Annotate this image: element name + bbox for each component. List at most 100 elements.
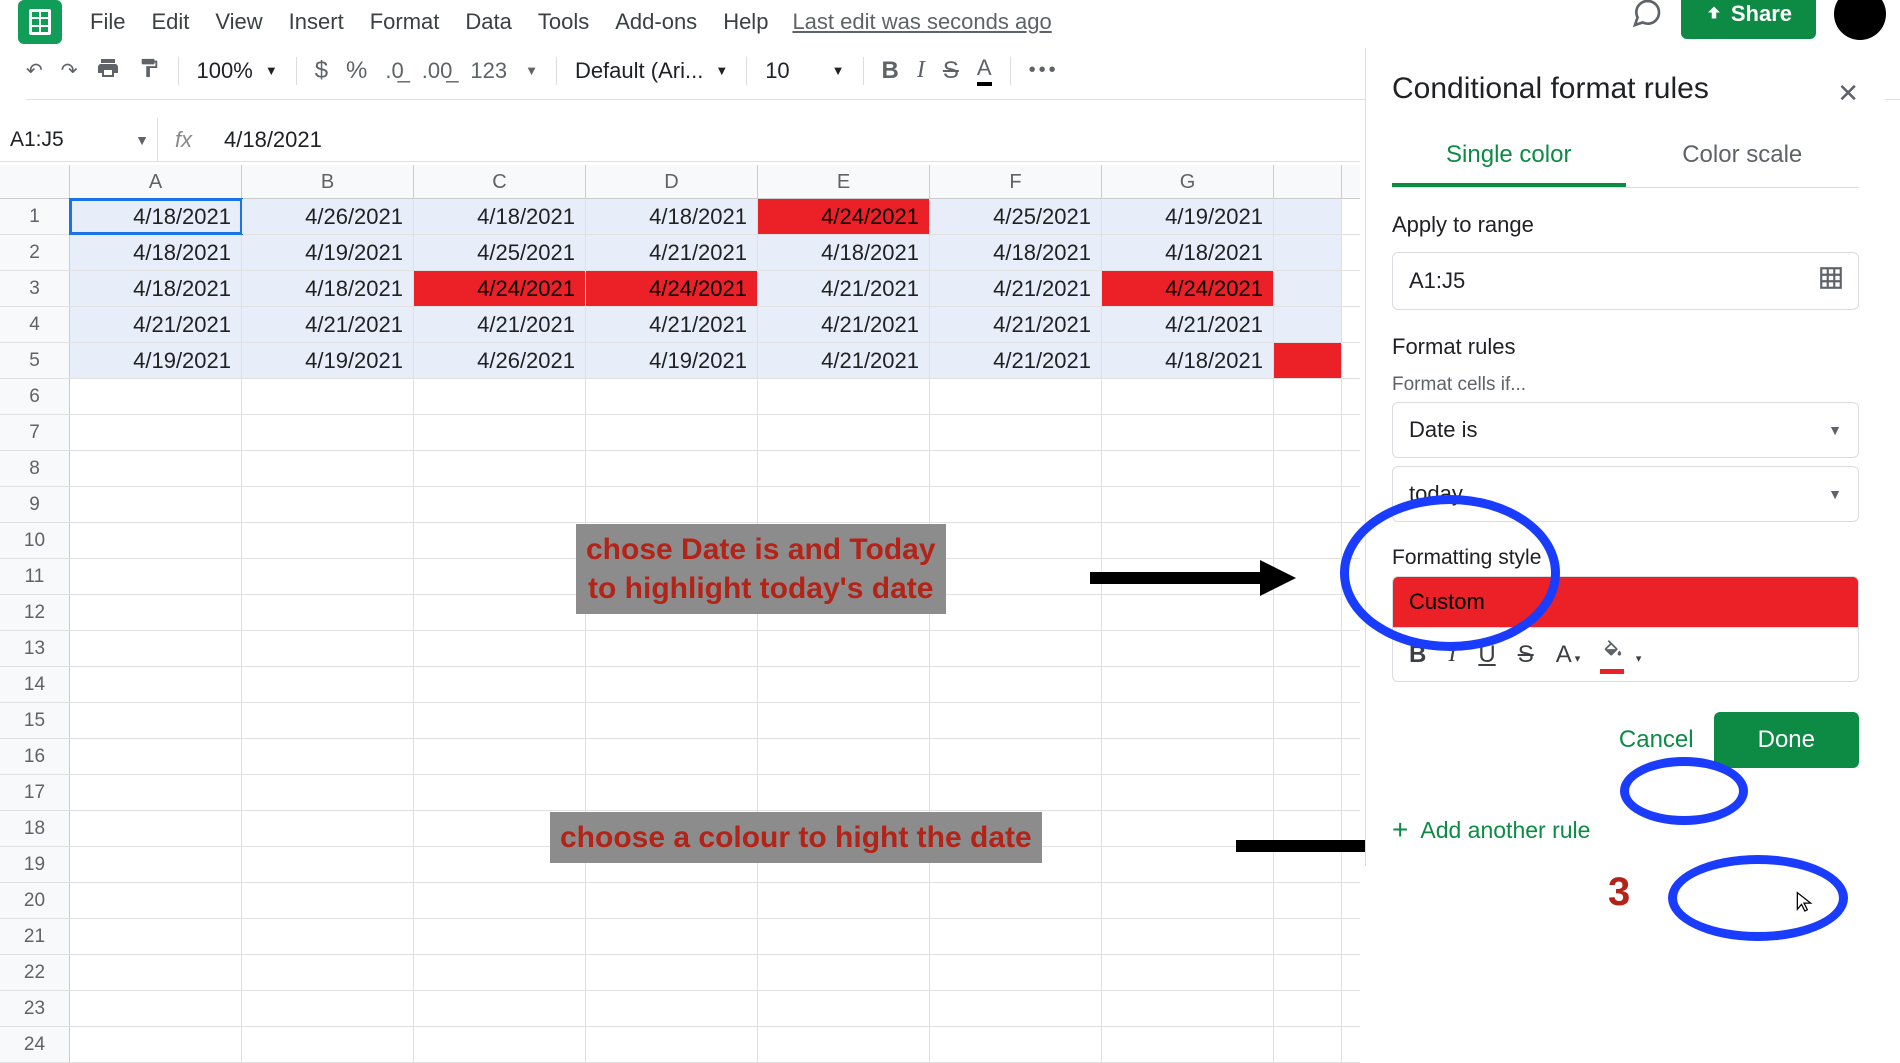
- menu-tools[interactable]: Tools: [538, 9, 589, 35]
- add-another-rule[interactable]: + Add another rule: [1392, 814, 1859, 846]
- cell[interactable]: [242, 991, 414, 1026]
- text-color-icon[interactable]: A▾: [1556, 641, 1581, 669]
- cell[interactable]: [70, 487, 242, 522]
- cell[interactable]: [1102, 739, 1274, 774]
- row-header[interactable]: 4: [0, 307, 70, 342]
- menu-view[interactable]: View: [215, 9, 262, 35]
- row-header[interactable]: 2: [0, 235, 70, 270]
- cell[interactable]: 4/18/2021: [758, 235, 930, 270]
- decrease-decimal-icon[interactable]: .0̲: [385, 58, 403, 84]
- col-header[interactable]: C: [414, 165, 586, 198]
- menu-help[interactable]: Help: [723, 9, 768, 35]
- cell[interactable]: 4/21/2021: [1102, 307, 1274, 342]
- cell[interactable]: 4/21/2021: [930, 343, 1102, 378]
- col-header[interactable]: F: [930, 165, 1102, 198]
- cell[interactable]: [414, 523, 586, 558]
- cell[interactable]: [586, 919, 758, 954]
- cell[interactable]: [930, 415, 1102, 450]
- cell[interactable]: 4/18/2021: [930, 235, 1102, 270]
- cell[interactable]: [242, 811, 414, 846]
- cell[interactable]: 4/19/2021: [70, 343, 242, 378]
- cell[interactable]: [242, 883, 414, 918]
- cell[interactable]: [70, 775, 242, 810]
- last-edit-link[interactable]: Last edit was seconds ago: [792, 9, 1051, 35]
- font-selector[interactable]: Default (Ari...: [575, 58, 703, 84]
- cell[interactable]: [1102, 883, 1274, 918]
- cell[interactable]: [758, 1027, 930, 1062]
- cell[interactable]: [242, 919, 414, 954]
- cell[interactable]: [930, 775, 1102, 810]
- cell[interactable]: [758, 451, 930, 486]
- cell[interactable]: [70, 595, 242, 630]
- cell[interactable]: [758, 415, 930, 450]
- cell[interactable]: 4/21/2021: [414, 307, 586, 342]
- more-toolbar-icon[interactable]: •••: [1029, 59, 1059, 82]
- cell[interactable]: 4/26/2021: [242, 199, 414, 234]
- cell[interactable]: [930, 919, 1102, 954]
- cell[interactable]: 4/21/2021: [70, 307, 242, 342]
- tab-single-color[interactable]: Single color: [1392, 124, 1626, 187]
- strikethrough-icon[interactable]: S: [1518, 641, 1534, 669]
- apply-range-input[interactable]: A1:J5: [1392, 252, 1859, 310]
- cell[interactable]: [586, 415, 758, 450]
- cell[interactable]: [1102, 919, 1274, 954]
- cell[interactable]: [242, 487, 414, 522]
- cell[interactable]: [242, 739, 414, 774]
- cell[interactable]: [930, 487, 1102, 522]
- cell[interactable]: 4/24/2021: [758, 199, 930, 234]
- row-header[interactable]: 17: [0, 775, 70, 810]
- cell[interactable]: [758, 703, 930, 738]
- cell[interactable]: [758, 631, 930, 666]
- grid-select-icon[interactable]: [1818, 265, 1844, 297]
- row-header[interactable]: 19: [0, 847, 70, 882]
- cell[interactable]: [70, 451, 242, 486]
- cell[interactable]: [242, 595, 414, 630]
- cell[interactable]: [930, 379, 1102, 414]
- percent-icon[interactable]: %: [346, 57, 367, 85]
- spreadsheet-grid[interactable]: A B C D E F G 14/18/20214/26/20214/18/20…: [0, 165, 1360, 1063]
- fill-color-icon[interactable]: ▾: [1602, 640, 1641, 669]
- cell[interactable]: [930, 955, 1102, 990]
- tab-color-scale[interactable]: Color scale: [1626, 124, 1860, 187]
- bold-icon[interactable]: B: [882, 57, 899, 85]
- row-header[interactable]: 7: [0, 415, 70, 450]
- cell[interactable]: 4/19/2021: [242, 235, 414, 270]
- cell[interactable]: [414, 883, 586, 918]
- condition-dropdown[interactable]: Date is▼: [1392, 402, 1859, 458]
- cell[interactable]: [242, 559, 414, 594]
- row-header[interactable]: 12: [0, 595, 70, 630]
- cell[interactable]: 4/19/2021: [586, 343, 758, 378]
- cell[interactable]: [1102, 955, 1274, 990]
- col-header[interactable]: [1274, 165, 1342, 198]
- cell[interactable]: [242, 667, 414, 702]
- cell[interactable]: [1102, 451, 1274, 486]
- menu-insert[interactable]: Insert: [289, 9, 344, 35]
- cell[interactable]: [70, 955, 242, 990]
- cell[interactable]: 4/21/2021: [930, 307, 1102, 342]
- increase-decimal-icon[interactable]: .00̲: [422, 58, 453, 84]
- font-size[interactable]: 10: [765, 58, 789, 84]
- cell[interactable]: [586, 739, 758, 774]
- cell[interactable]: [414, 955, 586, 990]
- cell[interactable]: [70, 1027, 242, 1062]
- cell[interactable]: [1102, 703, 1274, 738]
- cell[interactable]: [930, 883, 1102, 918]
- cell[interactable]: [930, 523, 1102, 558]
- cell[interactable]: [242, 1027, 414, 1062]
- cell[interactable]: [70, 631, 242, 666]
- text-color-icon[interactable]: A: [977, 55, 992, 86]
- more-formats[interactable]: 123: [470, 58, 507, 84]
- chevron-down-icon[interactable]: ▼: [715, 63, 728, 78]
- col-header[interactable]: A: [70, 165, 242, 198]
- cell[interactable]: 4/18/2021: [70, 199, 242, 234]
- cell[interactable]: [930, 667, 1102, 702]
- cell[interactable]: [586, 775, 758, 810]
- cell[interactable]: [242, 415, 414, 450]
- cell[interactable]: 4/19/2021: [242, 343, 414, 378]
- strikethrough-icon[interactable]: S: [943, 57, 959, 85]
- cell[interactable]: [1102, 487, 1274, 522]
- cell[interactable]: [1102, 415, 1274, 450]
- row-header[interactable]: 21: [0, 919, 70, 954]
- cell[interactable]: [586, 487, 758, 522]
- cell[interactable]: [758, 883, 930, 918]
